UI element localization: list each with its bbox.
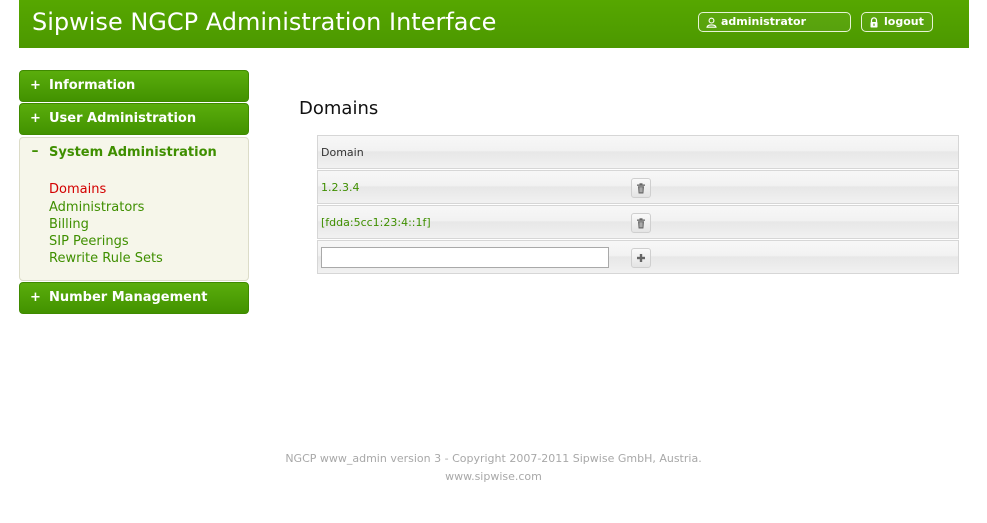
sidebar-section-system-administration: – System Administration Domains Administ… [19, 137, 249, 281]
sidebar-link-rewrite-rule-sets[interactable]: Rewrite Rule Sets [49, 251, 163, 266]
sidebar-item-label: Information [49, 78, 136, 93]
footer-website: www.sipwise.com [445, 470, 542, 483]
trash-icon [637, 217, 645, 228]
lock-icon [868, 13, 880, 31]
new-domain-input[interactable] [321, 247, 609, 268]
expand-icon: + [30, 111, 41, 126]
table-row-new-domain [317, 240, 959, 274]
sidebar-item-label: User Administration [49, 111, 197, 126]
delete-domain-button[interactable] [631, 213, 651, 233]
page-title: Domains [299, 98, 379, 119]
sidebar-link-administrators[interactable]: Administrators [49, 200, 144, 215]
trash-icon [637, 182, 645, 193]
user-icon [705, 13, 717, 31]
header-bar: Sipwise NGCP Administration Interface ad… [19, 0, 969, 48]
sidebar-link-sip-peerings[interactable]: SIP Peerings [49, 234, 129, 249]
sidebar-item-user-administration[interactable]: + User Administration [19, 103, 249, 135]
delete-domain-button[interactable] [631, 178, 651, 198]
sidebar-link-domains[interactable]: Domains [49, 182, 106, 197]
user-button[interactable]: administrator [698, 12, 851, 32]
logout-button[interactable]: logout [861, 12, 933, 32]
expand-icon: + [30, 78, 41, 93]
sidebar-item-number-management[interactable]: + Number Management [19, 282, 249, 314]
logout-label: logout [884, 15, 924, 28]
column-header-domain: Domain [321, 146, 364, 159]
plus-icon [637, 254, 645, 262]
table-row: [fdda:5cc1:23:4::1f] [317, 205, 959, 239]
sidebar-item-system-administration[interactable]: System Administration [49, 145, 217, 160]
expand-icon: + [30, 290, 41, 305]
domain-link[interactable]: 1.2.3.4 [321, 181, 359, 194]
add-domain-button[interactable] [631, 248, 651, 268]
user-label: administrator [721, 15, 807, 28]
sidebar-link-billing[interactable]: Billing [49, 217, 89, 232]
table-row: 1.2.3.4 [317, 170, 959, 204]
collapse-icon[interactable]: – [29, 143, 41, 159]
table-header: Domain [317, 135, 959, 169]
sidebar-item-label: Number Management [49, 290, 208, 305]
sidebar-item-information[interactable]: + Information [19, 70, 249, 102]
footer-copyright: NGCP www_admin version 3 - Copyright 200… [285, 452, 702, 465]
app-title: Sipwise NGCP Administration Interface [32, 8, 497, 36]
domain-link[interactable]: [fdda:5cc1:23:4::1f] [321, 216, 431, 229]
